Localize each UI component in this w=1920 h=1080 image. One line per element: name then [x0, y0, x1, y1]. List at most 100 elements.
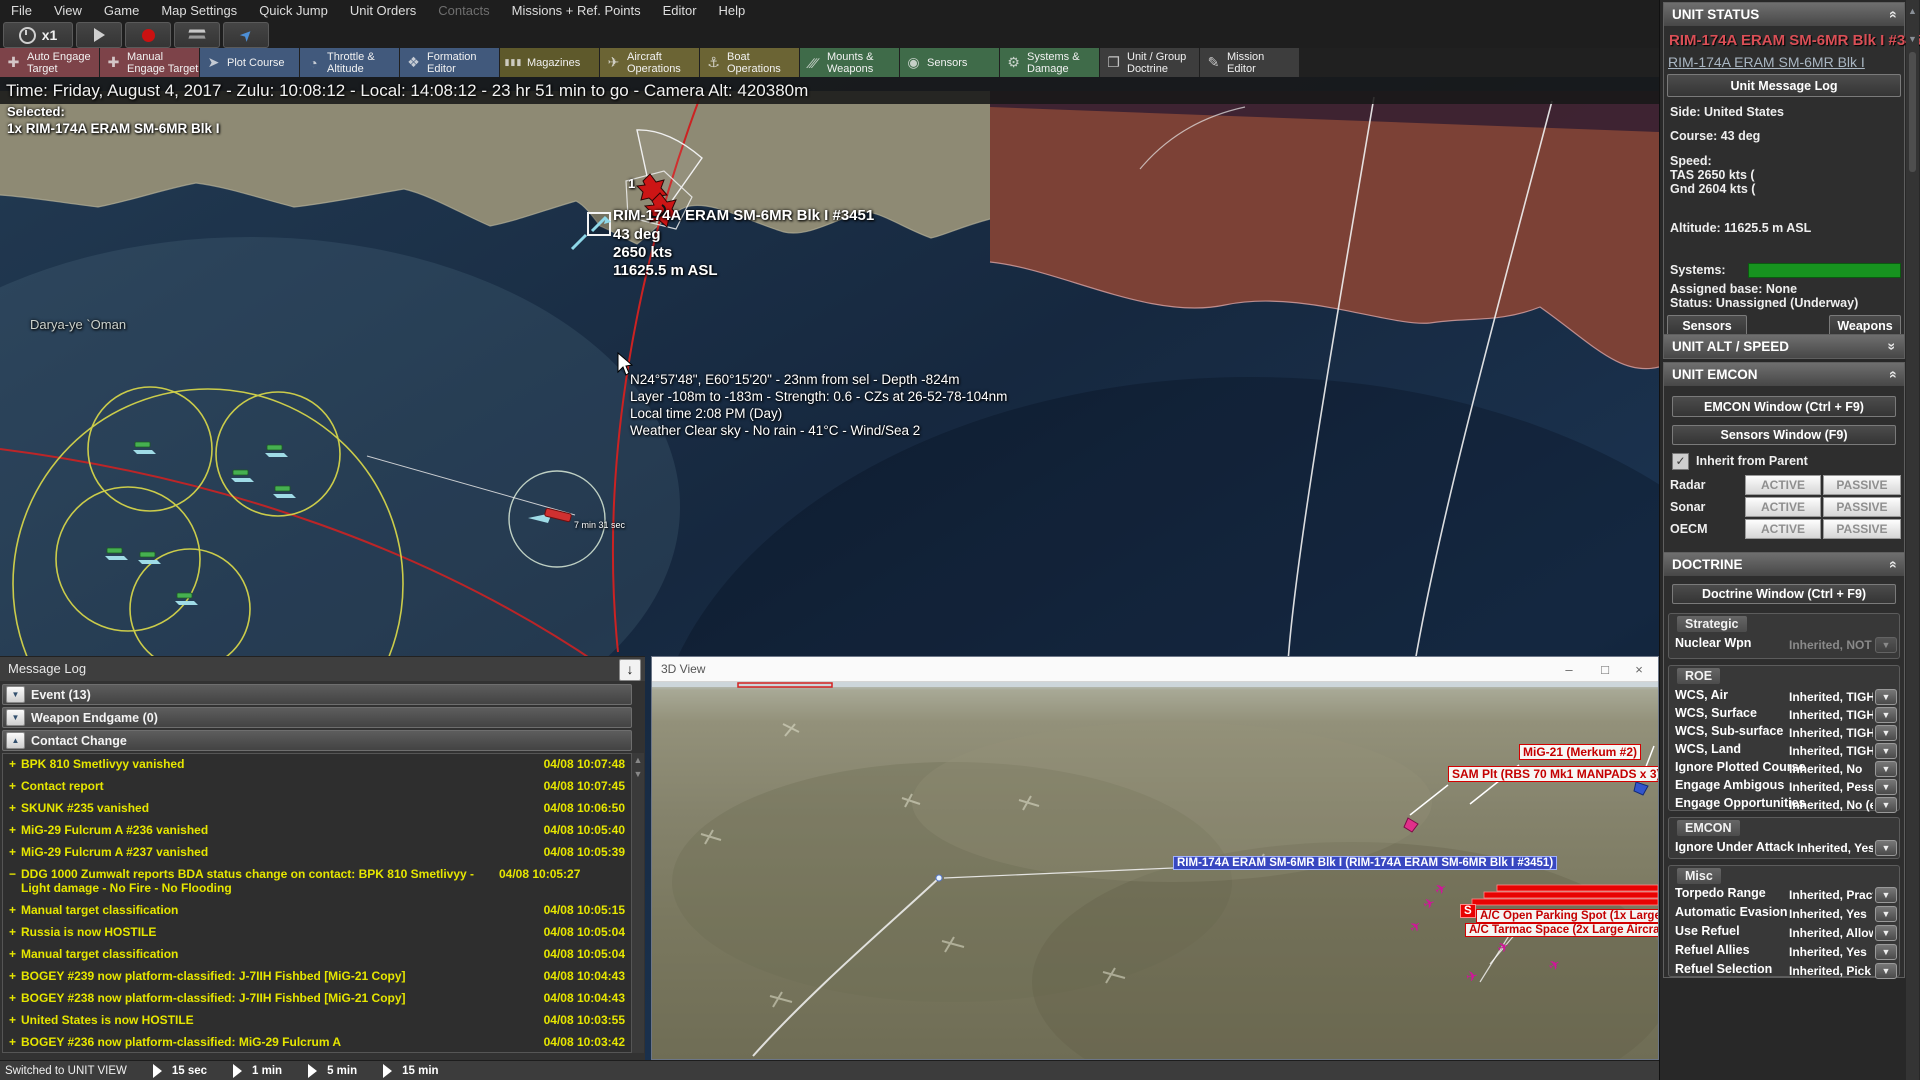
label-selected-missile[interactable]: RIM-174A ERAM SM-6MR Blk I (RIM-174A ERA…: [1173, 856, 1558, 870]
play-icon[interactable]: [383, 1064, 393, 1078]
sensors-window-button[interactable]: Sensors Window (F9): [1672, 425, 1896, 445]
maximize-button[interactable]: □: [1588, 657, 1622, 682]
menu-map-settings[interactable]: Map Settings: [150, 0, 248, 22]
scroll-up-icon[interactable]: ▲: [1906, 6, 1919, 16]
inherit-from-parent-checkbox[interactable]: ✓: [1672, 453, 1689, 470]
sensors-button[interactable]: ◉ Sensors: [900, 48, 999, 77]
play-icon[interactable]: [152, 1064, 162, 1078]
scroll-up-icon[interactable]: ▲: [632, 755, 644, 765]
scrollbar-thumb[interactable]: [1909, 52, 1916, 172]
sidebar-scrollbar[interactable]: ▲ ▼: [1906, 0, 1919, 1080]
manual-engage-target-button[interactable]: ✚ Manual Engage Target: [100, 48, 199, 77]
play-icon[interactable]: [233, 1064, 243, 1078]
log-entry[interactable]: + SKUNK #235 vanished 04/08 10:06:50: [3, 798, 631, 820]
systems-damage-button[interactable]: ⚙ Systems & Damage: [1000, 48, 1099, 77]
radar-passive-button[interactable]: PASSIVE: [1823, 475, 1901, 495]
log-group-contact-change[interactable]: ▲ Contact Change: [2, 730, 632, 751]
log-entries[interactable]: + BPK 810 Smetlivyy vanished 04/08 10:07:4…: [2, 753, 632, 1053]
ignore-under-attack-dropdown[interactable]: ▼: [1875, 840, 1897, 856]
refuel-selection-dropdown[interactable]: ▼: [1875, 963, 1897, 979]
chevron-double-down-icon[interactable]: »: [1881, 343, 1904, 351]
ignore-plotted-course-dropdown[interactable]: ▼: [1875, 761, 1897, 777]
menu-help[interactable]: Help: [708, 0, 757, 22]
engage-opportunities-dropdown[interactable]: ▼: [1875, 797, 1897, 813]
chevron-double-up-icon[interactable]: »: [1881, 11, 1904, 19]
magazines-button[interactable]: ▮▮▮ Magazines: [500, 48, 599, 77]
log-entry[interactable]: + Manual target classification 04/08 10:05…: [3, 900, 631, 922]
log-group-event[interactable]: ▼ Event (13): [2, 684, 632, 705]
quick-jump-button[interactable]: ➤: [223, 22, 269, 48]
menu-file[interactable]: File: [0, 0, 43, 22]
label-open-parking[interactable]: A/C Open Parking Spot (1x Large: [1476, 909, 1658, 923]
view3d-content[interactable]: ✈ ✈ ✈ ✈ ✈ ✈ MiG-21 (Merkum #2) SAM Plt (…: [652, 682, 1658, 1059]
doctrine-header[interactable]: DOCTRINE »: [1664, 553, 1904, 576]
plot-course-button[interactable]: ➤ Plot Course: [200, 48, 299, 77]
menu-view[interactable]: View: [43, 0, 93, 22]
sonar-passive-button[interactable]: PASSIVE: [1823, 497, 1901, 517]
engage-ambigous-dropdown[interactable]: ▼: [1875, 779, 1897, 795]
menu-quick-jump[interactable]: Quick Jump: [248, 0, 339, 22]
throttle-altitude-button[interactable]: ◔ Throttle & Altitude: [300, 48, 399, 77]
close-button[interactable]: ×: [1622, 657, 1656, 682]
map-layers-button[interactable]: [174, 22, 220, 48]
label-sam-plt[interactable]: SAM Plt (RBS 70 Mk1 MANPADS x 3): [1448, 766, 1658, 782]
menu-missions-ref-points[interactable]: Missions + Ref. Points: [501, 0, 652, 22]
menu-editor[interactable]: Editor: [652, 0, 708, 22]
log-entry[interactable]: − DDG 1000 Zumwalt reports BDA status cha…: [3, 864, 631, 900]
scroll-down-icon[interactable]: ▼: [632, 769, 644, 779]
time-preset-1min[interactable]: 1 min: [252, 1065, 282, 1077]
mounts-weapons-button[interactable]: ∕∕∕ Mounts & Weapons: [800, 48, 899, 77]
label-mig21[interactable]: MiG-21 (Merkum #2): [1519, 744, 1642, 760]
unit-alt-speed-header[interactable]: UNIT ALT / SPEED »: [1664, 335, 1904, 358]
record-button[interactable]: [125, 22, 171, 48]
chevron-double-up-icon[interactable]: »: [1881, 561, 1904, 569]
log-entry[interactable]: + BOGEY #236 now platform-classified: MiG…: [3, 1032, 631, 1054]
wcs-subsurface-dropdown[interactable]: ▼: [1875, 725, 1897, 741]
play-icon[interactable]: [308, 1064, 318, 1078]
use-refuel-dropdown[interactable]: ▼: [1875, 925, 1897, 941]
unit-class-link[interactable]: RIM-174A ERAM SM-6MR Blk I: [1668, 54, 1865, 70]
wcs-land-dropdown[interactable]: ▼: [1875, 743, 1897, 759]
log-entry[interactable]: + MiG-29 Fulcrum A #236 vanished 04/08 10:…: [3, 820, 631, 842]
collapse-toggle-icon[interactable]: ▼: [6, 686, 25, 703]
log-entry[interactable]: + United States is now HOSTILE 04/08 10:03…: [3, 1010, 631, 1032]
unit-message-log-button[interactable]: Unit Message Log: [1667, 74, 1901, 97]
mission-editor-button[interactable]: ✎ Mission Editor: [1200, 48, 1299, 77]
sonar-active-button[interactable]: ACTIVE: [1745, 497, 1821, 517]
unit-emcon-header[interactable]: UNIT EMCON »: [1664, 363, 1904, 386]
log-entry[interactable]: + BOGEY #239 now platform-classified: J-7…: [3, 966, 631, 988]
unit-group-doctrine-button[interactable]: ❐ Unit / Group Doctrine: [1100, 48, 1199, 77]
run-pause-button[interactable]: [76, 22, 122, 48]
time-compression-button[interactable]: x1: [3, 22, 73, 48]
label-partial-facility[interactable]: S: [1460, 904, 1476, 918]
torpedo-range-dropdown[interactable]: ▼: [1875, 887, 1897, 903]
log-entry[interactable]: + MiG-29 Fulcrum A #237 vanished 04/08 10:…: [3, 842, 631, 864]
doctrine-window-button[interactable]: Doctrine Window (Ctrl + F9): [1672, 584, 1896, 604]
collapse-toggle-icon[interactable]: ▲: [6, 732, 25, 749]
aircraft-operations-button[interactable]: ✈ Aircraft Operations: [600, 48, 699, 77]
view3d-window[interactable]: 3D View – □ × ✈ ✈ ✈ ✈ ✈ ✈ MiG-21 (Merkum…: [651, 656, 1659, 1060]
refuel-allies-dropdown[interactable]: ▼: [1875, 944, 1897, 960]
chevron-double-up-icon[interactable]: »: [1881, 371, 1904, 379]
log-entry[interactable]: + Manual target classification 04/08 10:05…: [3, 944, 631, 966]
log-entry[interactable]: + BPK 810 Smetlivyy vanished 04/08 10:07:4…: [3, 754, 631, 776]
time-preset-15min[interactable]: 15 min: [402, 1065, 438, 1077]
formation-editor-button[interactable]: ❖ Formation Editor: [400, 48, 499, 77]
wcs-air-dropdown[interactable]: ▼: [1875, 689, 1897, 705]
emcon-window-button[interactable]: EMCON Window (Ctrl + F9): [1672, 396, 1896, 417]
log-entry[interactable]: + Contact report 04/08 10:07:45: [3, 776, 631, 798]
auto-engage-target-button[interactable]: ✚ Auto Engage Target: [0, 48, 99, 77]
time-preset-5min[interactable]: 5 min: [327, 1065, 357, 1077]
label-tarmac-space[interactable]: A/C Tarmac Space (2x Large Aircraft): [1465, 923, 1658, 937]
menu-game[interactable]: Game: [93, 0, 150, 22]
log-scrollbar[interactable]: ▲ ▼: [632, 753, 644, 1053]
sensors-panel-button[interactable]: Sensors: [1667, 315, 1747, 336]
unit-status-header[interactable]: UNIT STATUS »: [1664, 3, 1904, 26]
oecm-active-button[interactable]: ACTIVE: [1745, 519, 1821, 539]
oecm-passive-button[interactable]: PASSIVE: [1823, 519, 1901, 539]
time-preset-15sec[interactable]: 15 sec: [172, 1065, 207, 1077]
boat-operations-button[interactable]: ⚓ Boat Operations: [700, 48, 799, 77]
wcs-surface-dropdown[interactable]: ▼: [1875, 707, 1897, 723]
scroll-to-bottom-button[interactable]: ↓: [619, 659, 641, 681]
log-group-weapon-endgame[interactable]: ▼ Weapon Endgame (0): [2, 707, 632, 728]
